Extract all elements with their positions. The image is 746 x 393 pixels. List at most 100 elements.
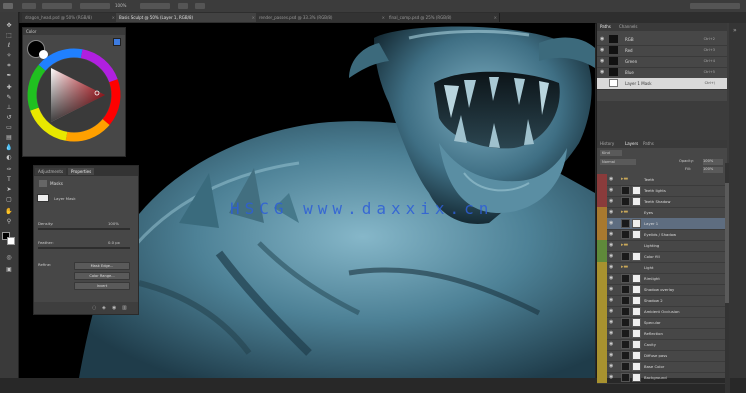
mask-edge-button[interactable]: Mask Edge... (74, 262, 130, 270)
eye-icon[interactable]: ◉ (600, 47, 604, 53)
type-icon[interactable]: T (4, 176, 14, 183)
lasso-icon[interactable]: ℓ (4, 42, 14, 49)
close-icon[interactable]: × (494, 13, 497, 22)
workspace-switcher[interactable] (690, 3, 740, 9)
apply-mask-icon[interactable]: ◈ (102, 305, 106, 311)
eye-icon[interactable]: ◉ (609, 253, 613, 259)
invert-button[interactable]: Invert (74, 282, 130, 290)
layer-mask-thumbnail[interactable] (632, 329, 641, 338)
close-icon[interactable]: × (112, 13, 115, 22)
eye-icon[interactable]: ◉ (609, 330, 613, 336)
gradient-icon[interactable]: ▤ (4, 134, 14, 141)
layer-mask-thumbnail[interactable] (632, 252, 641, 261)
history-brush-icon[interactable]: ↺ (4, 114, 14, 121)
layer-mask-thumbnail[interactable] (632, 285, 641, 294)
tab-document-1[interactable]: Basis Sculpt @ 50% (Layer 1, RGB/8) × (116, 13, 258, 22)
eye-icon[interactable]: ◉ (609, 209, 613, 215)
eye-icon[interactable]: ◉ (600, 36, 604, 42)
tab-document-3[interactable]: final_comp.psd @ 25% (RGB/8) × (386, 13, 500, 22)
eye-icon[interactable]: ◉ (609, 176, 613, 182)
eye-icon[interactable]: ◉ (609, 319, 613, 325)
density-value[interactable]: 100% (108, 221, 119, 226)
airbrush-toggle[interactable] (178, 3, 188, 9)
layer-mask-thumbnail[interactable] (632, 318, 641, 327)
eyedropper-icon[interactable]: ✒ (4, 72, 14, 79)
panel-menu-icon[interactable] (113, 38, 121, 46)
visibility-icon[interactable]: ◉ (112, 305, 116, 311)
list-item[interactable]: Layer 1 Mask Ctrl+\ (597, 78, 727, 90)
folder-icon[interactable]: ▸▬ (621, 242, 628, 248)
eye-icon[interactable]: ◉ (609, 341, 613, 347)
tab-adjustments[interactable]: Adjustments (35, 168, 67, 175)
mode-dropdown[interactable] (42, 3, 72, 9)
eye-icon[interactable]: ◉ (609, 264, 613, 270)
layer-mask-thumbnail[interactable] (632, 307, 641, 316)
brush-preset-picker[interactable] (22, 3, 36, 9)
folder-icon[interactable]: ▸▬ (621, 209, 628, 215)
tool-preset-picker[interactable] (3, 3, 13, 9)
layer-filter-dropdown[interactable]: Kind (600, 150, 622, 156)
crop-icon[interactable]: ⌗ (4, 62, 14, 69)
magic-wand-icon[interactable]: ✧ (4, 52, 14, 59)
pen-icon[interactable]: ✑ (4, 166, 14, 173)
flow-field[interactable] (140, 3, 170, 9)
tab-paths[interactable]: Paths (600, 24, 611, 29)
quick-mask-icon[interactable]: ◎ (4, 254, 14, 261)
eye-icon[interactable]: ◉ (609, 352, 613, 358)
feather-slider[interactable] (38, 247, 130, 249)
feather-value[interactable]: 0.0 px (108, 240, 120, 245)
opacity-field[interactable] (80, 3, 110, 9)
layer-mask-thumbnail[interactable] (632, 274, 641, 283)
eye-icon[interactable]: ◉ (609, 297, 613, 303)
marquee-icon[interactable]: ⬚ (4, 32, 14, 39)
hand-icon[interactable]: ✋ (4, 208, 14, 215)
color-range-button[interactable]: Color Range... (74, 272, 130, 280)
clone-stamp-icon[interactable]: ⊥ (4, 104, 14, 111)
tab-layers[interactable]: Layers (625, 141, 638, 146)
folder-icon[interactable]: ▸▬ (621, 176, 628, 182)
move-icon[interactable]: ✥ (4, 22, 14, 29)
layer-mask-thumbnail[interactable] (632, 230, 641, 239)
brush-icon[interactable]: ✎ (4, 94, 14, 101)
blur-icon[interactable]: 💧 (4, 144, 14, 151)
eye-icon[interactable]: ◉ (609, 220, 613, 226)
trash-icon[interactable]: ▥ (122, 305, 127, 311)
collapse-panels-icon[interactable]: » (733, 27, 737, 34)
blend-mode-dropdown[interactable]: Normal (600, 159, 636, 165)
eye-icon[interactable]: ◉ (609, 231, 613, 237)
layer-mask-thumbnail[interactable] (632, 340, 641, 349)
layer-mask-thumbnail[interactable] (632, 362, 641, 371)
path-select-icon[interactable]: ➤ (4, 186, 14, 193)
background-color-swatch[interactable] (7, 237, 15, 245)
layer-mask-thumbnail[interactable] (632, 186, 641, 195)
tab-properties[interactable]: Properties (68, 168, 95, 175)
tab-document-2[interactable]: render_passes.psd @ 33.3% (RGB/8) × (256, 13, 388, 22)
eye-icon[interactable]: ◉ (609, 286, 613, 292)
layer-row[interactable]: ◉ Background (597, 372, 727, 384)
eye-icon[interactable]: ◉ (609, 374, 613, 380)
healing-icon[interactable]: ✚ (4, 84, 14, 91)
eye-icon[interactable]: ◉ (609, 363, 613, 369)
eye-icon[interactable]: ◉ (609, 308, 613, 314)
eraser-icon[interactable]: ▭ (4, 124, 14, 131)
zoom-icon[interactable]: ⚲ (4, 218, 14, 225)
shape-icon[interactable]: ▢ (4, 196, 14, 203)
layer-mask-thumbnail[interactable] (632, 219, 641, 228)
eye-icon[interactable]: ◉ (609, 275, 613, 281)
pressure-toggle[interactable] (195, 3, 205, 9)
eye-icon[interactable]: ◉ (609, 187, 613, 193)
layer-mask-thumbnail[interactable] (632, 351, 641, 360)
eye-icon[interactable]: ◉ (600, 58, 604, 64)
color-panel-titlebar[interactable] (23, 28, 125, 35)
eye-icon[interactable]: ◉ (609, 242, 613, 248)
load-selection-icon[interactable]: ◌ (92, 305, 96, 311)
tab-channels[interactable]: Channels (619, 24, 638, 29)
tab-document-0[interactable]: dragon_head.psd @ 50% (RGB/8) × (22, 13, 118, 22)
layer-mask-thumbnail[interactable] (632, 296, 641, 305)
screen-mode-icon[interactable]: ▣ (4, 266, 14, 273)
opacity-field[interactable]: 100% (703, 159, 723, 165)
close-icon[interactable]: × (252, 13, 255, 22)
fill-field[interactable]: 100% (703, 167, 723, 173)
eye-icon[interactable]: ◉ (600, 69, 604, 75)
tab-layers-paths[interactable]: Paths (643, 141, 654, 146)
